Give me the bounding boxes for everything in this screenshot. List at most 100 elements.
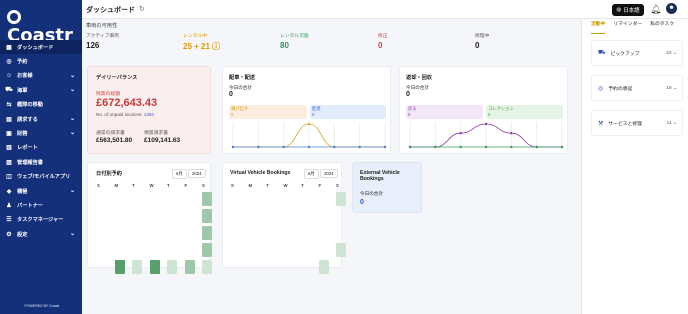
calendar-day[interactable] bbox=[266, 226, 276, 240]
calendar-day[interactable] bbox=[249, 209, 259, 223]
calendar-day[interactable] bbox=[202, 192, 212, 206]
tab-1[interactable]: リマインダー bbox=[613, 19, 642, 34]
calendar-day[interactable] bbox=[150, 226, 160, 240]
calendar-day[interactable] bbox=[132, 260, 142, 274]
calendar2-year-select[interactable]: 2024 bbox=[320, 169, 338, 178]
calendar-day[interactable] bbox=[231, 260, 241, 274]
calendar-day[interactable] bbox=[284, 260, 294, 274]
calendar-day[interactable] bbox=[150, 192, 160, 206]
calendar-day[interactable] bbox=[336, 209, 346, 223]
sidebar-item-13[interactable]: ⚙ 設定 ⌄ bbox=[0, 227, 82, 241]
calendar-day[interactable] bbox=[318, 260, 329, 274]
sidebar-item-11[interactable]: ♟ パートナー bbox=[0, 198, 82, 212]
sidebar-item-1[interactable]: ◎ 予約 bbox=[0, 54, 82, 68]
sidebar-item-8[interactable]: ▧ 管理報告書 bbox=[0, 155, 82, 169]
bell-icon[interactable]: 🔔︎ bbox=[650, 4, 661, 15]
calendar-day[interactable] bbox=[202, 260, 212, 274]
user-avatar-icon[interactable]: ☻ bbox=[666, 3, 677, 14]
sidebar-item-7[interactable]: ▥ レポート bbox=[0, 141, 82, 155]
calendar-day[interactable] bbox=[132, 192, 142, 206]
legend-collection[interactable]: コレクション 0 bbox=[486, 105, 563, 119]
calendar2-month-select[interactable]: 6月 bbox=[304, 169, 319, 179]
calendar-day[interactable] bbox=[114, 260, 125, 274]
calendar-day[interactable] bbox=[115, 226, 125, 240]
sidebar-item-4[interactable]: ⇆ 艦隊の移動 bbox=[0, 98, 82, 112]
sidebar-item-3[interactable]: ⛟ 海軍 ⌄ bbox=[0, 83, 82, 97]
calendar-day[interactable] bbox=[115, 209, 125, 223]
calendar-day[interactable] bbox=[249, 260, 259, 274]
calendar-day[interactable] bbox=[132, 226, 142, 240]
calendar-day[interactable] bbox=[301, 209, 311, 223]
calendar-day[interactable] bbox=[249, 243, 259, 257]
sidebar-item-5[interactable]: ▤ 請求する ⌄ bbox=[0, 112, 82, 126]
calendar-day[interactable] bbox=[132, 209, 142, 223]
calendar-day[interactable] bbox=[284, 226, 294, 240]
calendar-day[interactable] bbox=[319, 226, 329, 240]
calendar-day[interactable] bbox=[202, 243, 212, 257]
language-button[interactable]: ◍ 日本語 bbox=[612, 4, 644, 16]
sidebar-item-12[interactable]: ☰ タスクマネージャー bbox=[0, 213, 82, 227]
calendar-day[interactable] bbox=[266, 260, 276, 274]
calendar-day[interactable] bbox=[150, 209, 160, 223]
calendar-day[interactable] bbox=[132, 243, 142, 257]
legend-delivery[interactable]: 配達 0 bbox=[310, 105, 386, 119]
calendar-day[interactable] bbox=[231, 226, 241, 240]
calendar-day[interactable] bbox=[336, 226, 346, 240]
calendar-day[interactable] bbox=[97, 192, 107, 206]
sidebar-item-2[interactable]: ☺ お客様 ⌄ bbox=[0, 69, 82, 83]
calendar-day[interactable] bbox=[231, 243, 241, 257]
calendar-day[interactable] bbox=[319, 209, 329, 223]
activity-row[interactable]: ⚒ サービスと修理 11 ⌄ bbox=[591, 110, 683, 136]
refresh-icon[interactable]: ↻ bbox=[139, 5, 145, 13]
calendar1-month-select[interactable]: 6月 bbox=[172, 169, 187, 179]
calendar-day[interactable] bbox=[185, 243, 195, 257]
sidebar-item-10[interactable]: ◆ 積極 ⌄ bbox=[0, 184, 82, 198]
calendar-day[interactable] bbox=[301, 260, 311, 274]
logo[interactable]: Coastr Make your own way bbox=[7, 9, 77, 51]
unpaid-count-link[interactable]: 1284 bbox=[144, 112, 154, 117]
calendar-day[interactable] bbox=[167, 209, 177, 223]
calendar-day[interactable] bbox=[284, 209, 294, 223]
calendar-day[interactable] bbox=[97, 243, 107, 257]
calendar-day[interactable] bbox=[319, 192, 329, 206]
calendar-day[interactable] bbox=[185, 226, 195, 240]
calendar-day[interactable] bbox=[167, 226, 177, 240]
calendar-day[interactable] bbox=[115, 243, 125, 257]
calendar-day[interactable] bbox=[284, 243, 294, 257]
activity-row[interactable]: ⛟ ピックアップ 22 ⌄ bbox=[591, 40, 683, 66]
legend-dispatch[interactable]: 運び出す 0 bbox=[229, 105, 307, 119]
tab-2[interactable]: 私のタスク bbox=[650, 19, 674, 34]
calendar-day[interactable] bbox=[231, 209, 241, 223]
calendar-day[interactable] bbox=[266, 243, 276, 257]
calendar-day[interactable] bbox=[231, 192, 241, 206]
calendar-day[interactable] bbox=[249, 192, 259, 206]
sidebar-item-9[interactable]: ◫ ウェブ/モバイルアプリ bbox=[0, 170, 82, 184]
calendar-day[interactable] bbox=[266, 209, 276, 223]
calendar-day[interactable] bbox=[202, 209, 212, 223]
sidebar-item-0[interactable]: ▦ ダッシュボード bbox=[0, 40, 82, 55]
calendar-day[interactable] bbox=[150, 243, 160, 257]
calendar-day[interactable] bbox=[202, 226, 212, 240]
tab-0[interactable]: 活動中 bbox=[591, 19, 606, 34]
calendar-day[interactable] bbox=[115, 192, 125, 206]
calendar-day[interactable] bbox=[167, 260, 177, 274]
calendar-day[interactable] bbox=[185, 192, 195, 206]
calendar-day[interactable] bbox=[97, 226, 107, 240]
calendar-day[interactable] bbox=[336, 260, 346, 274]
calendar-day[interactable] bbox=[149, 260, 160, 274]
calendar1-year-select[interactable]: 2024 bbox=[188, 169, 206, 178]
calendar-day[interactable] bbox=[319, 243, 329, 257]
calendar-day[interactable] bbox=[336, 192, 346, 206]
calendar-day[interactable] bbox=[284, 192, 294, 206]
legend-returns[interactable]: 戻る 0 bbox=[406, 105, 483, 119]
calendar-day[interactable] bbox=[167, 192, 177, 206]
sidebar-item-6[interactable]: ▣ 財務 ⌄ bbox=[0, 126, 82, 140]
calendar-day[interactable] bbox=[97, 260, 107, 274]
calendar-day[interactable] bbox=[301, 226, 311, 240]
calendar-day[interactable] bbox=[336, 243, 346, 257]
calendar-day[interactable] bbox=[249, 226, 259, 240]
calendar-day[interactable] bbox=[185, 209, 195, 223]
calendar-day[interactable] bbox=[266, 192, 276, 206]
calendar-day[interactable] bbox=[167, 243, 177, 257]
calendar-day[interactable] bbox=[301, 243, 311, 257]
